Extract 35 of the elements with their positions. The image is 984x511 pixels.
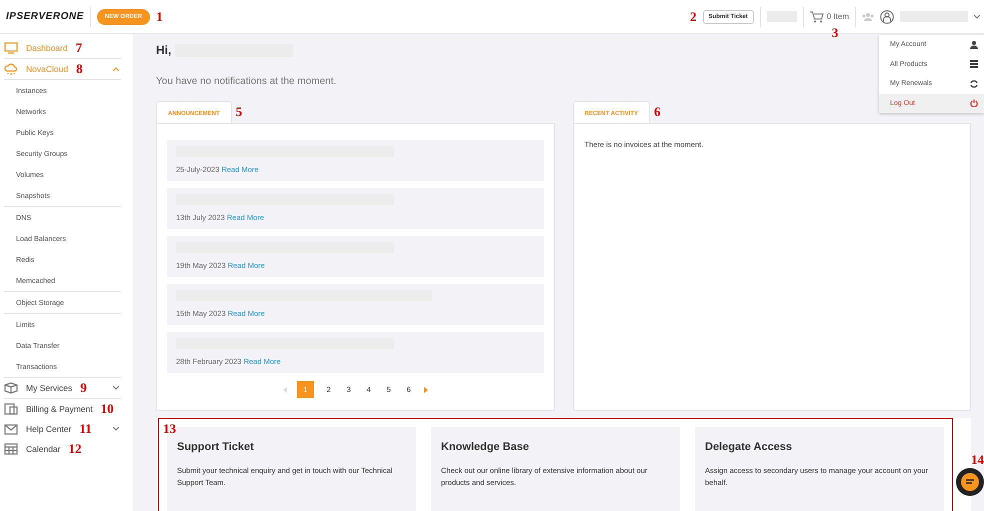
card-title: Support Ticket	[177, 441, 255, 453]
annotation-number: 14	[971, 452, 984, 468]
chat-icon[interactable]	[956, 468, 984, 496]
card-title: Delegate Access	[705, 441, 794, 453]
refresh-icon	[970, 80, 978, 88]
cart-icon[interactable]	[810, 10, 824, 22]
sidebar-item[interactable]: My Services	[26, 383, 72, 393]
sidebar-item[interactable]: Help Center	[26, 424, 72, 434]
avatar-icon[interactable]	[880, 10, 894, 24]
annotation-number: 5	[236, 104, 242, 120]
person-icon	[970, 40, 978, 49]
card-title: Knowledge Base	[441, 441, 530, 453]
cart-count[interactable]: 0 Item	[826, 12, 849, 21]
annotation-number: 3	[832, 24, 838, 40]
chevron-icon[interactable]	[113, 427, 119, 431]
annotation-number: 1	[156, 8, 163, 24]
annotation-number: 2	[690, 8, 697, 24]
annotation-number: 11	[79, 421, 92, 437]
caret-icon[interactable]	[974, 14, 980, 18]
annotation-number: 7	[76, 40, 82, 56]
chevron-icon[interactable]	[113, 386, 119, 390]
annotation-number: 12	[68, 441, 82, 457]
annotation-number: 9	[80, 380, 87, 396]
logo[interactable]: IPSERVERONE	[6, 11, 84, 22]
greeting: Hi,	[156, 43, 172, 57]
notification-text: You have no notifications at the moment.	[156, 76, 336, 87]
power-icon	[970, 99, 978, 108]
annotation-number: 8	[76, 61, 83, 77]
annotation-number: 6	[654, 104, 660, 120]
sidebar-item[interactable]: Calendar	[26, 444, 60, 454]
chevron-icon[interactable]	[113, 67, 119, 71]
next-icon[interactable]	[424, 386, 428, 392]
annotation-number: 10	[100, 401, 114, 417]
list-icon	[970, 60, 978, 68]
sidebar-item[interactable]: Billing & Payment	[26, 404, 93, 414]
